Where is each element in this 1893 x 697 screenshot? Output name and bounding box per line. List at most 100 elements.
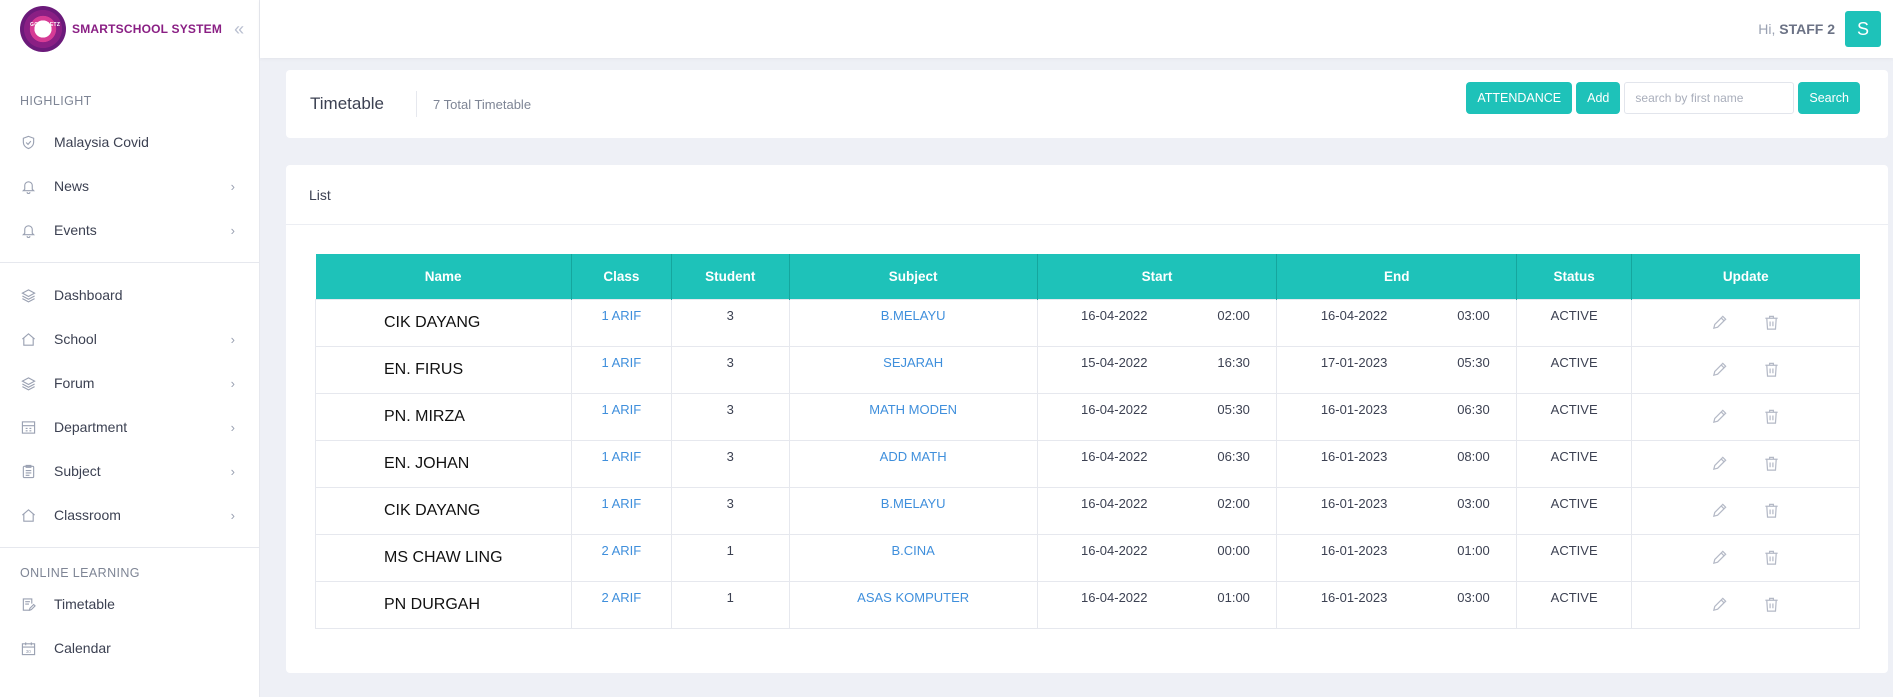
shield-icon bbox=[20, 134, 36, 150]
cell-start-date: 16-04-2022 bbox=[1036, 580, 1191, 629]
edit-doc-icon bbox=[20, 596, 36, 612]
sidebar: GO & GETZ SMARTSCHOOL SYSTEM « HIGHLIGHT… bbox=[0, 0, 260, 697]
cell-subject[interactable]: B.MELAYU bbox=[788, 486, 1038, 535]
column-header-update: Update bbox=[1631, 254, 1860, 299]
sidebar-item-label: Dashboard bbox=[54, 287, 123, 303]
column-header-start[interactable]: Start bbox=[1037, 254, 1278, 299]
table-row: CIK DAYANG 1 ARIF 3 B.MELAYU 16-04-2022 02:00… bbox=[315, 486, 1860, 535]
cell-update bbox=[1631, 580, 1860, 629]
cell-start-date: 16-04-2022 bbox=[1036, 533, 1191, 582]
table-row: MS CHAW LING 2 ARIF 1 B.CINA 16-04-2022 00:00… bbox=[315, 533, 1860, 582]
cell-status: ACTIVE bbox=[1516, 439, 1633, 488]
cell-end-time: 03:00 bbox=[1430, 486, 1518, 535]
sidebar-item-label: News bbox=[54, 178, 90, 194]
cell-subject[interactable]: SEJARAH bbox=[788, 345, 1038, 394]
list-card: List Name Class Student Subject Start En… bbox=[286, 165, 1888, 673]
cell-end-time: 05:30 bbox=[1430, 345, 1518, 394]
sidebar-item-calendar[interactable]: 30 Calendar bbox=[0, 626, 259, 670]
column-header-name[interactable]: Name bbox=[315, 254, 572, 299]
sidebar-item-news[interactable]: News › bbox=[0, 164, 259, 208]
cell-start-date: 15-04-2022 bbox=[1036, 345, 1191, 394]
column-header-student[interactable]: Student bbox=[671, 254, 790, 299]
cell-start-time: 05:30 bbox=[1190, 392, 1278, 441]
cell-class[interactable]: 1 ARIF bbox=[570, 345, 672, 394]
sidebar-item-department[interactable]: Department › bbox=[0, 405, 259, 449]
sidebar-item-subject[interactable]: Subject › bbox=[0, 449, 259, 493]
cell-start-time: 02:00 bbox=[1190, 298, 1278, 347]
cell-end-time: 03:00 bbox=[1430, 298, 1518, 347]
sidebar-item-classroom[interactable]: Classroom › bbox=[0, 493, 259, 537]
cell-student: 3 bbox=[670, 486, 790, 535]
column-header-class[interactable]: Class bbox=[571, 254, 672, 299]
trash-icon[interactable] bbox=[1763, 361, 1781, 379]
cell-class[interactable]: 1 ARIF bbox=[570, 392, 672, 441]
column-header-status[interactable]: Status bbox=[1516, 254, 1633, 299]
edit-icon[interactable] bbox=[1711, 596, 1729, 614]
search-button[interactable]: Search bbox=[1798, 82, 1860, 114]
sidebar-divider bbox=[0, 547, 259, 548]
attendance-button[interactable]: ATTENDANCE bbox=[1466, 82, 1573, 114]
cell-status: ACTIVE bbox=[1516, 298, 1633, 347]
cell-status: ACTIVE bbox=[1516, 486, 1633, 535]
column-header-subject[interactable]: Subject bbox=[789, 254, 1038, 299]
sidebar-item-school[interactable]: School › bbox=[0, 317, 259, 361]
cell-status: ACTIVE bbox=[1516, 392, 1633, 441]
cell-end-date: 16-04-2022 bbox=[1276, 298, 1431, 347]
brand-logo[interactable]: GO & GETZ bbox=[20, 6, 66, 52]
sidebar-item-dashboard[interactable]: Dashboard bbox=[0, 273, 259, 317]
cell-subject[interactable]: MATH MODEN bbox=[788, 392, 1038, 441]
sidebar-item-events[interactable]: Events › bbox=[0, 208, 259, 252]
cell-start-time: 16:30 bbox=[1190, 345, 1278, 394]
trash-icon[interactable] bbox=[1763, 549, 1781, 567]
cell-subject[interactable]: B.MELAYU bbox=[788, 298, 1038, 347]
sidebar-item-forum[interactable]: Forum › bbox=[0, 361, 259, 405]
sidebar-item-timetable[interactable]: Timetable bbox=[0, 582, 259, 626]
edit-icon[interactable] bbox=[1711, 455, 1729, 473]
cell-status: ACTIVE bbox=[1516, 580, 1633, 629]
sidebar-item-label: Department bbox=[54, 419, 128, 435]
sidebar-item-label: Events bbox=[54, 222, 97, 238]
column-header-end[interactable]: End bbox=[1276, 254, 1518, 299]
add-button[interactable]: Add bbox=[1576, 82, 1621, 114]
bell-icon bbox=[20, 178, 36, 194]
cell-name: MS CHAW LING bbox=[315, 533, 572, 582]
cell-start-time: 01:00 bbox=[1190, 580, 1278, 629]
cell-name: EN. JOHAN bbox=[315, 439, 572, 488]
edit-icon[interactable] bbox=[1711, 549, 1729, 567]
logo-text: GO & GETZ bbox=[30, 22, 61, 28]
trash-icon[interactable] bbox=[1763, 408, 1781, 426]
cell-end-time: 01:00 bbox=[1430, 533, 1518, 582]
edit-icon[interactable] bbox=[1711, 361, 1729, 379]
trash-icon[interactable] bbox=[1763, 502, 1781, 520]
cell-subject[interactable]: ADD MATH bbox=[788, 439, 1038, 488]
table-header-row: Name Class Student Subject Start End Sta… bbox=[315, 254, 1860, 299]
cell-subject[interactable]: B.CINA bbox=[788, 533, 1038, 582]
header-actions: ATTENDANCE Add Search bbox=[1466, 82, 1860, 114]
trash-icon[interactable] bbox=[1763, 455, 1781, 473]
cell-subject[interactable]: ASAS KOMPUTER bbox=[788, 580, 1038, 629]
trash-icon[interactable] bbox=[1763, 314, 1781, 332]
cell-class[interactable]: 2 ARIF bbox=[570, 580, 672, 629]
cell-name: EN. FIRUS bbox=[315, 345, 572, 394]
sidebar-item-malaysia-covid[interactable]: Malaysia Covid bbox=[0, 120, 259, 164]
cell-student: 3 bbox=[670, 345, 790, 394]
edit-icon[interactable] bbox=[1711, 408, 1729, 426]
bell-icon bbox=[20, 222, 36, 238]
edit-icon[interactable] bbox=[1711, 314, 1729, 332]
search-input[interactable] bbox=[1624, 82, 1795, 114]
trash-icon[interactable] bbox=[1763, 596, 1781, 614]
cell-name: CIK DAYANG bbox=[315, 298, 572, 347]
cell-class[interactable]: 1 ARIF bbox=[570, 439, 672, 488]
cell-class[interactable]: 1 ARIF bbox=[570, 298, 672, 347]
cell-class[interactable]: 2 ARIF bbox=[570, 533, 672, 582]
chevron-right-icon: › bbox=[230, 178, 235, 194]
cell-update bbox=[1631, 298, 1860, 347]
cell-class[interactable]: 1 ARIF bbox=[570, 486, 672, 535]
cell-start-date: 16-04-2022 bbox=[1036, 486, 1191, 535]
edit-icon[interactable] bbox=[1711, 502, 1729, 520]
avatar[interactable]: S bbox=[1845, 11, 1881, 47]
cell-start-date: 16-04-2022 bbox=[1036, 439, 1191, 488]
cell-start-date: 16-04-2022 bbox=[1036, 298, 1191, 347]
collapse-sidebar-icon[interactable]: « bbox=[234, 19, 244, 40]
